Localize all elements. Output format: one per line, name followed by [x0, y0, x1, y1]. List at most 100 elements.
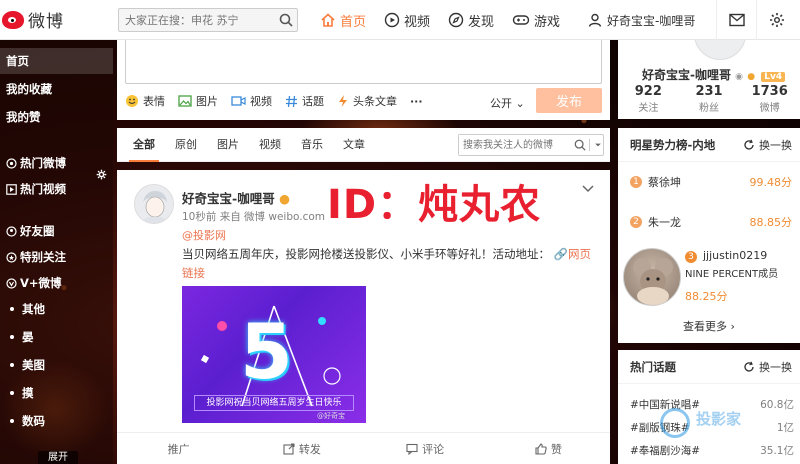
- publish-button[interactable]: 发布: [536, 88, 602, 113]
- sidebar-item-home[interactable]: 首页: [0, 48, 113, 74]
- sidebar-item-special[interactable]: 特别关注: [0, 244, 113, 270]
- nav-discover[interactable]: 发现: [448, 11, 494, 30]
- tab-music[interactable]: 音乐: [297, 128, 327, 162]
- nav-user-profile[interactable]: 好奇宝宝-咖哩哥: [587, 0, 695, 40]
- sidebar-item-friends[interactable]: 好友圈: [0, 218, 113, 244]
- comment-button[interactable]: 评论: [364, 441, 487, 457]
- mail-icon: [728, 13, 745, 27]
- top-navigation-bar: 微博 首页 视频 发现 游戏 好奇宝宝-咖哩哥: [0, 0, 800, 40]
- chevron-down-icon: ⌄: [515, 97, 525, 110]
- repost-button[interactable]: 转发: [240, 441, 363, 457]
- search-icon[interactable]: [275, 9, 297, 31]
- topics-title: 热门话题: [630, 359, 676, 374]
- repost-label: 转发: [298, 442, 321, 456]
- tool-image[interactable]: 图片: [178, 93, 218, 109]
- stat-value: 922: [634, 84, 662, 99]
- tool-more[interactable]: ···: [410, 95, 423, 108]
- weibo-logo[interactable]: 微博: [2, 7, 112, 32]
- friends-icon: [6, 225, 17, 237]
- featured-avatar[interactable]: [623, 248, 681, 306]
- featured-score: 88.25分: [685, 290, 728, 303]
- sidebar-group-2[interactable]: 摸: [0, 380, 113, 406]
- composer-toolbar: 表情 图片 视频 话题 头条文章 ···: [125, 90, 436, 112]
- sidebar-item-likes[interactable]: 我的赞: [0, 104, 113, 130]
- sidebar-item-favorites[interactable]: 我的收藏: [0, 76, 113, 102]
- post-author-name[interactable]: 好奇宝宝-咖哩哥 ●: [182, 188, 290, 207]
- sidebar-group-digital[interactable]: 数码: [0, 408, 113, 434]
- sidebar-settings-button[interactable]: [96, 169, 107, 183]
- nav-video-label: 视频: [404, 14, 431, 30]
- tab-all[interactable]: 全部: [129, 128, 159, 162]
- composer-textarea[interactable]: [125, 40, 602, 84]
- chevron-down-icon: [582, 185, 594, 193]
- sidebar-group-photos[interactable]: 美图: [0, 352, 113, 378]
- nav-home[interactable]: 首页: [320, 11, 366, 30]
- see-more-label: 查看更多: [683, 320, 728, 333]
- rank-badge: 2: [630, 216, 642, 228]
- sidebar-item-label: V+微博: [20, 276, 62, 290]
- nav-game[interactable]: 游戏: [512, 11, 560, 30]
- rank-refresh-button[interactable]: 换一换: [743, 128, 792, 162]
- tool-video[interactable]: 视频: [231, 93, 272, 109]
- post-menu-button[interactable]: [582, 182, 594, 196]
- site-watermark: 投影家: [668, 408, 741, 429]
- post-actions: 推广 转发 评论 赞: [117, 432, 610, 464]
- tool-article[interactable]: 头条文章: [337, 93, 397, 109]
- stat-followers[interactable]: 231 粉丝: [679, 84, 740, 114]
- topic-count: 35.1亿: [760, 445, 794, 457]
- promote-button[interactable]: 推广: [117, 441, 240, 457]
- featured-name: 3 jjjustin0219: [685, 249, 767, 263]
- stat-posts[interactable]: 1736 微博: [739, 84, 800, 114]
- post-meta[interactable]: 10秒前 来自 微博 weibo.com: [182, 209, 325, 224]
- see-more-link[interactable]: 查看更多 ›: [618, 318, 800, 334]
- sidebar-expand-button[interactable]: 展开: [38, 451, 78, 464]
- bullet-icon: [10, 335, 14, 339]
- post-mention[interactable]: @投影网: [182, 227, 226, 243]
- tab-videos[interactable]: 视频: [255, 128, 285, 162]
- topic-count: 1亿: [776, 422, 794, 434]
- image-banner-text: 投影网祝当贝网络五周岁生日快乐: [194, 395, 354, 411]
- topics-refresh-button[interactable]: 换一换: [743, 350, 792, 384]
- stat-label: 关注: [638, 103, 659, 114]
- tool-emoji[interactable]: 表情: [125, 93, 165, 109]
- stat-label: 粉丝: [699, 103, 719, 114]
- rank-card-header: 明星势力榜-内地 换一换: [618, 128, 800, 162]
- post-author-avatar[interactable]: [134, 184, 174, 224]
- stat-value: 231: [695, 84, 723, 99]
- dropdown-arrow-icon[interactable]: [589, 139, 603, 151]
- nav-video[interactable]: 视频: [384, 11, 430, 30]
- message-button[interactable]: [716, 0, 756, 40]
- stat-following[interactable]: 922 关注: [618, 84, 679, 114]
- star-icon: [6, 251, 17, 263]
- like-button[interactable]: 赞: [487, 441, 610, 457]
- video-camera-icon: [231, 96, 246, 106]
- sidebar-item-label: 好友圈: [20, 224, 55, 238]
- settings-button[interactable]: [756, 0, 796, 40]
- rank-row-1[interactable]: 1 蔡徐坤 99.48分: [630, 174, 792, 190]
- sidebar-group-other[interactable]: 其他: [0, 296, 113, 322]
- tab-articles[interactable]: 文章: [339, 128, 369, 162]
- post-image[interactable]: 5 投影网祝当贝网络五周岁生日快乐 @好奇宝: [182, 286, 366, 423]
- rank-title: 明星势力榜-内地: [630, 137, 716, 152]
- sidebar-item-vplus[interactable]: V+微博: [0, 270, 113, 296]
- search-input[interactable]: [119, 9, 275, 31]
- hot-icon: [6, 157, 17, 169]
- hot-topics-card: 热门话题 换一换 #中国新说唱# 60.8亿 #副版钢珠# 1亿 #奉福剧沙海# 35…: [618, 350, 800, 464]
- profile-card: 好奇宝宝-咖哩哥 ◉ ● Lv4 922 关注 231 粉丝 1736 微博: [618, 26, 800, 119]
- tab-original[interactable]: 原创: [171, 128, 201, 162]
- topic-row[interactable]: #奉福剧沙海# 35.1亿: [630, 443, 794, 458]
- sidebar-group-1[interactable]: 晏: [0, 324, 113, 350]
- medal-icon: ●: [279, 191, 290, 206]
- rank-featured-item[interactable]: 3 jjjustin0219 NINE PERCENT成员 88.25分: [618, 242, 800, 312]
- tool-topic[interactable]: 话题: [285, 93, 324, 109]
- feed-search-input[interactable]: [459, 135, 574, 155]
- comment-icon: [406, 443, 418, 455]
- profile-name[interactable]: 好奇宝宝-咖哩哥 ◉ ● Lv4: [642, 66, 786, 83]
- visibility-select[interactable]: 公开 ⌄: [490, 95, 525, 111]
- refresh-label: 换一换: [759, 361, 792, 374]
- rank-row-2[interactable]: 2 朱一龙 88.85分: [630, 214, 792, 230]
- lightning-icon: [339, 95, 347, 107]
- search-icon[interactable]: [574, 139, 586, 151]
- tab-images[interactable]: 图片: [213, 128, 243, 162]
- profile-stats: 922 关注 231 粉丝 1736 微博: [618, 84, 800, 114]
